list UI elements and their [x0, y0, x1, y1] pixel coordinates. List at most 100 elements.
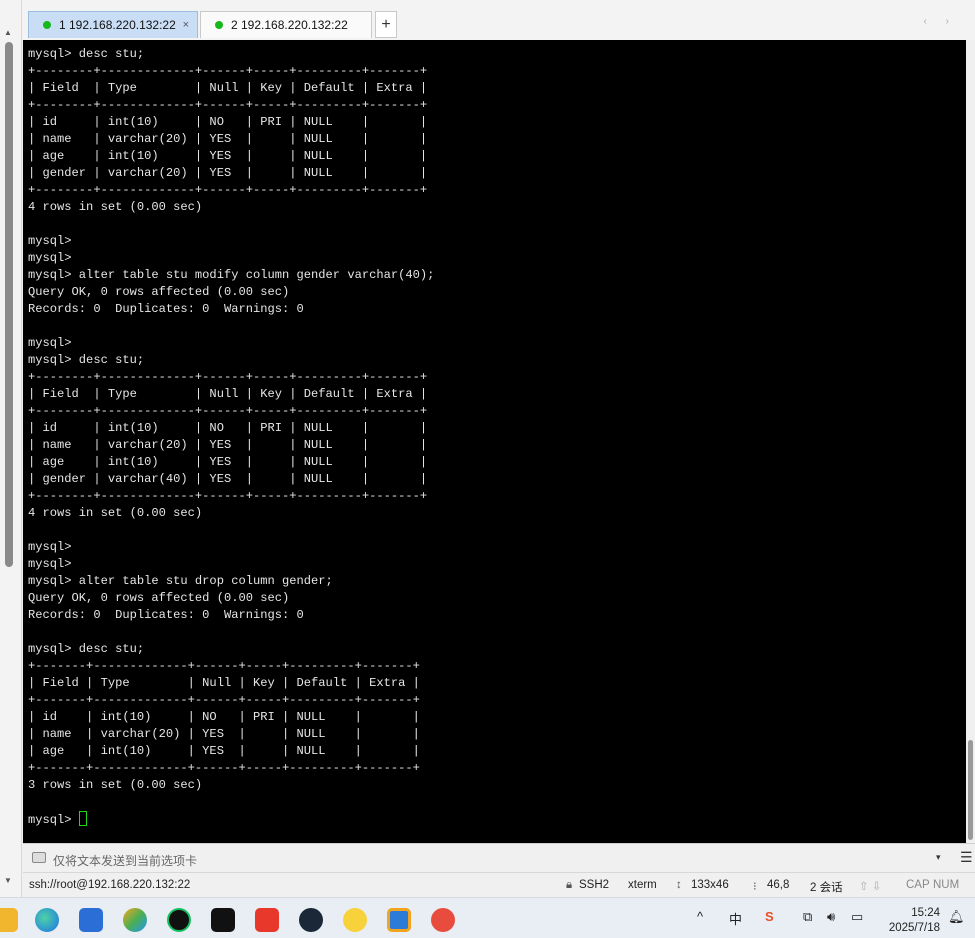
terminal-line: | Field | Type | Null | Key | Default | … — [28, 81, 428, 95]
terminal-line: mysql> — [28, 540, 72, 554]
notification-icon[interactable]: 🔔︎ — [948, 909, 965, 925]
terminal-line: +--------+-------------+------+-----+---… — [28, 370, 428, 384]
tab-label: 1 192.168.220.132:22 — [59, 18, 176, 32]
edge-icon[interactable] — [35, 908, 59, 932]
tray-chevron-icon[interactable]: ^ — [697, 909, 703, 924]
display-icon[interactable]: ⧉ — [803, 909, 812, 925]
terminal-line: 3 rows in set (0.00 sec) — [28, 778, 203, 792]
connected-status-icon — [215, 21, 223, 29]
duck-icon[interactable] — [343, 908, 367, 932]
tab-label: 2 192.168.220.132:22 — [231, 18, 348, 32]
terminal-line: mysql> — [28, 234, 72, 248]
lock-icon: 🔒︎ — [566, 879, 573, 891]
terminal-line: | name | varchar(20) | YES | | NULL | | — [28, 132, 428, 146]
terminal-line: mysql> desc stu; — [28, 47, 145, 61]
store-icon[interactable] — [79, 908, 103, 932]
securecrt-window: ▲ ▼ 1 192.168.220.132:22 × 2 192.168.220… — [0, 0, 975, 938]
status-num: NUM — [933, 879, 960, 891]
terminal-line: Query OK, 0 rows affected (0.00 sec) — [28, 591, 290, 605]
terminal-line: 4 rows in set (0.00 sec) — [28, 200, 203, 214]
tab-bar: 1 192.168.220.132:22 × 2 192.168.220.132… — [22, 0, 975, 40]
terminal-line: | gender | varchar(20) | YES | | NULL | … — [28, 166, 428, 180]
resize-icon: ↕ — [676, 879, 682, 891]
terminal-line: +-------+-------------+------+-----+----… — [28, 693, 420, 707]
terminal-line: 4 rows in set (0.00 sec) — [28, 506, 203, 520]
status-size: 133x46 — [691, 879, 729, 891]
status-caps: CAP — [906, 879, 930, 891]
clock-time: 15:24 — [911, 907, 940, 919]
terminal-line: mysql> alter table stu drop column gende… — [28, 574, 333, 588]
text-cursor — [78, 811, 87, 826]
terminal-line: +--------+-------------+------+-----+---… — [28, 489, 428, 503]
terminal-line: | age | int(10) | YES | | NULL | | — [28, 149, 428, 163]
capcut-icon[interactable] — [211, 908, 235, 932]
send-command-input[interactable]: 仅将文本发送到当前选项卡 — [53, 852, 197, 869]
scroll-down-icon[interactable]: ▼ — [4, 876, 12, 885]
send-command-bar: 仅将文本发送到当前选项卡 ▾ ☰ — [23, 843, 975, 871]
settings-icon[interactable] — [123, 908, 147, 932]
xbox-icon[interactable] — [167, 908, 191, 932]
status-cursor-position: 46,8 — [767, 879, 790, 891]
terminal-line: +--------+-------------+------+-----+---… — [28, 98, 428, 112]
terminal-line: mysql> desc stu; — [28, 353, 145, 367]
left-scrollbar-thumb[interactable] — [5, 42, 13, 567]
terminal-prompt-line: mysql> — [28, 811, 434, 829]
clock-date: 2025/7/18 — [888, 922, 940, 934]
close-tab-icon[interactable]: × — [183, 19, 189, 31]
box-icon[interactable] — [387, 908, 411, 932]
terminal-line: +-------+-------------+------+-----+----… — [28, 659, 420, 673]
terminal-line: mysql> alter table stu modify column gen… — [28, 268, 435, 282]
cursor-pos-icon: ⁝ — [753, 881, 757, 893]
terminal-line: | gender | varchar(40) | YES | | NULL | … — [28, 472, 428, 486]
keyboard-icon — [32, 852, 46, 863]
terminal-output: mysql> desc stu; +--------+-------------+… — [28, 46, 434, 829]
terminal-line: Records: 0 Duplicates: 0 Warnings: 0 — [28, 608, 304, 622]
terminal-line: +--------+-------------+------+-----+---… — [28, 64, 428, 78]
status-terminal: xterm — [628, 879, 657, 891]
snail-icon[interactable] — [431, 908, 455, 932]
terminal-line: mysql> — [28, 557, 72, 571]
tab-scroll-arrows[interactable]: ‹ › — [924, 16, 957, 27]
scroll-up-icon[interactable]: ▲ — [4, 28, 12, 37]
chevron-down-icon[interactable]: ▾ — [936, 852, 941, 863]
terminal-line: | name | varchar(20) | YES | | NULL | | — [28, 438, 428, 452]
volume-icon[interactable]: 🔊︎ — [827, 909, 835, 925]
explorer-icon[interactable] — [0, 908, 18, 932]
terminal-line: | Field | Type | Null | Key | Default | … — [28, 676, 420, 690]
terminal-line: +-------+-------------+------+-----+----… — [28, 761, 420, 775]
terminal-line: | name | varchar(20) | YES | | NULL | | — [28, 727, 420, 741]
status-protocol: SSH2 — [579, 879, 610, 891]
status-connection: ssh://root@192.168.220.132:22 — [29, 879, 191, 891]
terminal-line: +--------+-------------+------+-----+---… — [28, 183, 428, 197]
terminal-line: | age | int(10) | YES | | NULL | | — [28, 455, 428, 469]
mysql-prompt: mysql> — [28, 813, 79, 827]
tab-session-1[interactable]: 1 192.168.220.132:22 × — [28, 11, 198, 38]
terminal-line: +--------+-------------+------+-----+---… — [28, 404, 428, 418]
terminal-scrollbar[interactable] — [966, 40, 975, 843]
terminal-scrollbar-thumb[interactable] — [968, 740, 973, 840]
transfer-icons: ⇧ ⇩ — [859, 881, 882, 893]
system-clock[interactable]: 15:24 2025/7/18 — [880, 906, 940, 936]
status-sessions: 2 会话 — [810, 882, 843, 894]
terminal-line: Query OK, 0 rows affected (0.00 sec) — [28, 285, 290, 299]
wps-icon[interactable] — [255, 908, 279, 932]
terminal-view[interactable]: mysql> desc stu; +--------+-------------+… — [23, 40, 966, 843]
status-bar: ssh://root@192.168.220.132:22 🔒︎ SSH2 xt… — [23, 872, 975, 897]
windows-taskbar: ^ 中 S ⧉ 🔊︎ ▭ 15:24 2025/7/18 🔔︎ — [0, 897, 975, 938]
steam-icon[interactable] — [299, 908, 323, 932]
sogou-icon[interactable]: S — [765, 909, 774, 924]
battery-icon[interactable]: ▭ — [851, 909, 863, 925]
new-tab-button[interactable]: + — [375, 11, 397, 38]
terminal-line: Records: 0 Duplicates: 0 Warnings: 0 — [28, 302, 304, 316]
terminal-line: | Field | Type | Null | Key | Default | … — [28, 387, 428, 401]
session-manager-strip: ▲ ▼ — [0, 0, 22, 897]
ime-indicator[interactable]: 中 — [729, 909, 742, 928]
menu-icon[interactable]: ☰ — [960, 849, 973, 866]
tab-session-2[interactable]: 2 192.168.220.132:22 — [200, 11, 372, 38]
terminal-line: | id | int(10) | NO | PRI | NULL | | — [28, 115, 428, 129]
